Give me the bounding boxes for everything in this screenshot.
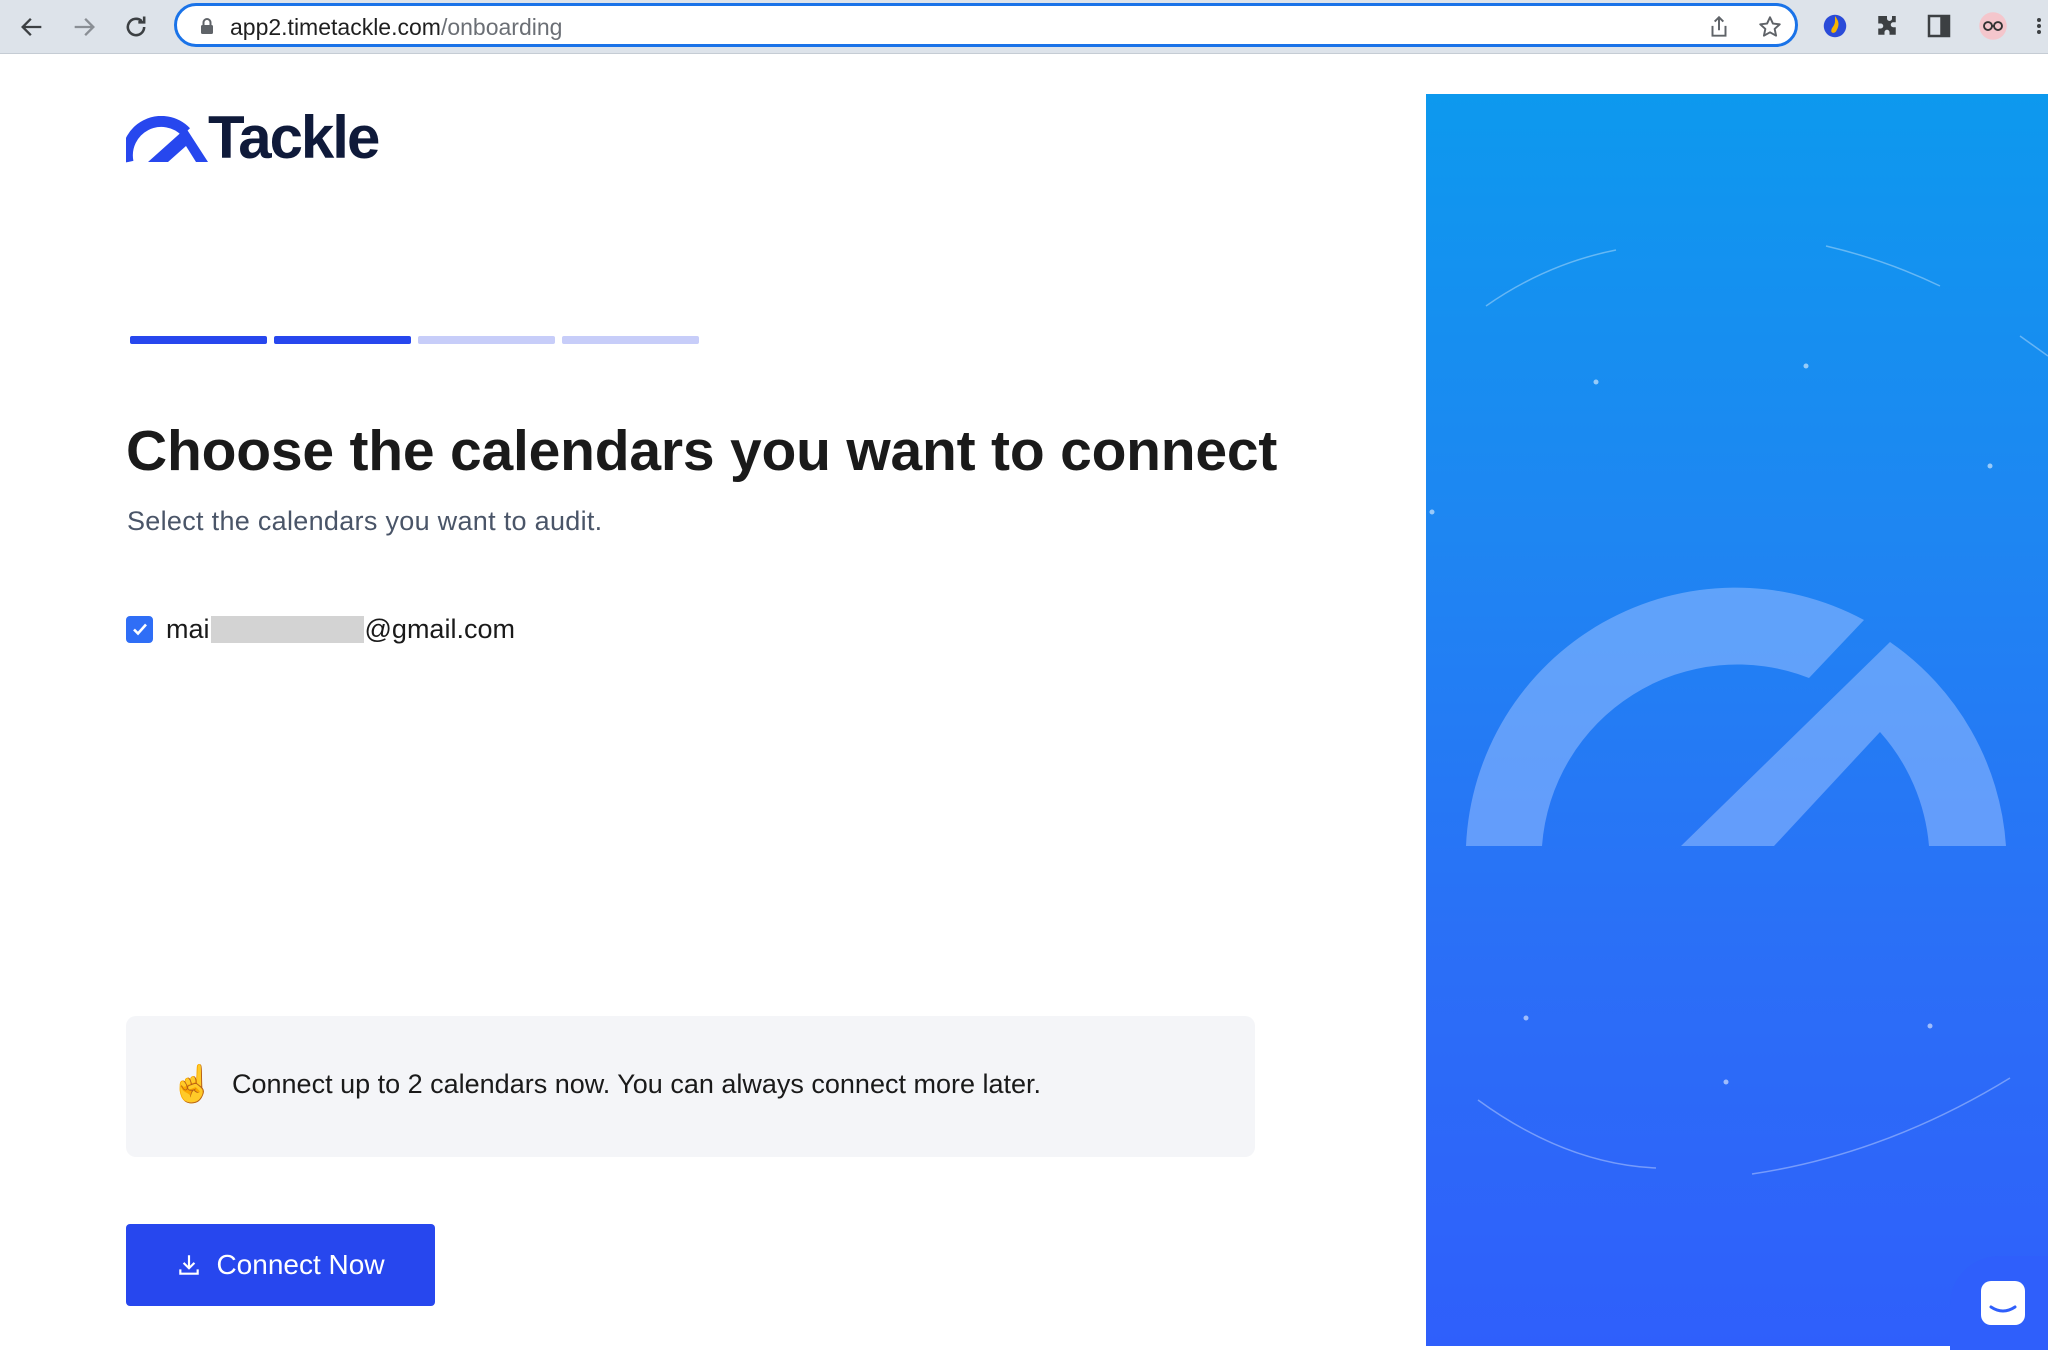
address-bar[interactable]: app2.timetackle.com/onboarding	[174, 3, 1798, 47]
hero-illustration-panel	[1426, 94, 2048, 1346]
url-text: app2.timetackle.com/onboarding	[230, 14, 562, 40]
chat-icon	[1981, 1281, 2025, 1325]
progress-step-1	[130, 336, 267, 344]
chat-launcher-button[interactable]	[1950, 1256, 2048, 1350]
extensions-puzzle-icon[interactable]	[1869, 8, 1905, 44]
progress-step-3	[418, 336, 555, 344]
progress-step-4	[562, 336, 699, 344]
back-arrow-icon[interactable]	[14, 9, 50, 45]
connect-now-button[interactable]: Connect Now	[126, 1224, 435, 1306]
pointing-finger-icon: ☝️	[170, 1063, 215, 1104]
calendar-checkbox[interactable]	[126, 615, 153, 643]
forward-arrow-icon[interactable]	[66, 9, 102, 45]
tackle-logo-mark-icon	[126, 116, 208, 163]
hero-logo-illustration	[1429, 245, 2048, 1175]
note-text: Connect up to 2 calendars now. You can a…	[232, 1069, 1042, 1099]
connect-now-label: Connect Now	[216, 1249, 385, 1280]
browser-toolbar: app2.timetackle.com/onboarding	[0, 0, 2048, 54]
lock-icon	[201, 18, 213, 34]
profile-avatar-icon[interactable]	[1975, 8, 2011, 44]
browser-menu-icon[interactable]	[2030, 8, 2048, 44]
onboarding-progress-bar	[130, 336, 699, 344]
share-icon[interactable]	[1704, 12, 1734, 42]
calendar-option[interactable]: mai @gmail.com	[126, 612, 515, 646]
logo-text: Tackle	[208, 104, 380, 171]
page-subtitle: Select the calendars you want to audit.	[127, 506, 603, 536]
page-title: Choose the calendars you want to connect	[126, 419, 1278, 483]
info-note: ☝️ Connect up to 2 calendars now. You ca…	[126, 1016, 1255, 1157]
calendar-email-suffix: @gmail.com	[364, 613, 515, 644]
calendar-email-prefix: mai	[166, 613, 210, 644]
download-icon	[179, 1255, 200, 1275]
side-panel-icon[interactable]	[1921, 8, 1957, 44]
calendar-label: mai @gmail.com	[166, 614, 515, 645]
reload-icon[interactable]	[118, 9, 154, 45]
redacted-block	[210, 615, 364, 643]
checkmark-icon	[132, 623, 147, 636]
extension-flame-icon[interactable]	[1817, 8, 1853, 44]
url-host: app2.timetackle.com	[230, 14, 441, 40]
tackle-logo: Tackle	[126, 104, 380, 171]
progress-step-2	[274, 336, 411, 344]
url-path: /onboarding	[440, 14, 563, 40]
bookmark-star-icon[interactable]	[1755, 12, 1785, 42]
